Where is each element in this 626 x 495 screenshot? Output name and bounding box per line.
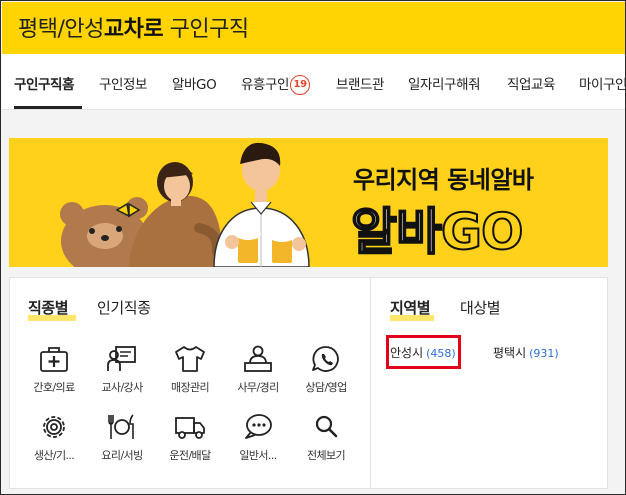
tab-by-job-type[interactable]: 직종별 <box>28 297 69 318</box>
teacher-board-icon <box>107 346 136 371</box>
nav-item-education[interactable]: 직업교육 <box>507 73 555 93</box>
nav-item-label: 유흥구인 <box>241 77 290 93</box>
category-office-accounting[interactable]: 사무/경리 <box>226 344 290 395</box>
category-general-service[interactable]: 일반서... <box>226 412 290 463</box>
region-panel: 지역별 대상별 안성시 (458) 평택시 (931) <box>370 277 608 489</box>
gear-icon <box>43 416 65 438</box>
page-frame: 평택/안성교차로 구인구직 구인구직홈 구인정보 알바GO 유흥구인 19 브랜드… <box>0 0 626 495</box>
nav-item-brand[interactable]: 브랜드관 <box>336 73 384 93</box>
region-count: (931) <box>529 347 559 360</box>
banner-brand-korean: 알바 <box>350 202 443 262</box>
category-store-management[interactable]: 매장관리 <box>158 344 222 395</box>
site-logo[interactable]: 평택/안성교차로 구인구직 <box>18 11 249 43</box>
category-label: 간호/의료 <box>33 381 75 394</box>
logo-suffix: 구인구직 <box>163 17 249 42</box>
region-name: 평택시 <box>493 346 527 360</box>
tab-popular-jobs[interactable]: 인기직종 <box>97 297 151 318</box>
category-consulting-sales[interactable]: 상담/영업 <box>294 344 358 395</box>
category-label: 사무/경리 <box>237 381 279 394</box>
banner-headline: 우리지역 동네알바 <box>353 166 534 194</box>
nav-active-indicator <box>14 106 82 109</box>
logo-prefix: 평택/안성 <box>18 17 104 42</box>
category-label: 전체보기 <box>306 449 346 462</box>
truck-icon <box>175 417 205 439</box>
category-driving-delivery[interactable]: 운전/배달 <box>158 412 222 463</box>
office-worker-icon <box>244 345 272 372</box>
nav-item-find-job[interactable]: 일자리구해줘 <box>408 73 481 93</box>
category-label: 생산/기... <box>33 449 75 462</box>
tab-by-target[interactable]: 대상별 <box>460 297 501 318</box>
medical-kit-icon <box>40 347 68 372</box>
age-restriction-badge: 19 <box>290 75 311 95</box>
chat-bubble-icon <box>245 414 272 439</box>
category-teacher-instructor[interactable]: 교사/강사 <box>90 344 154 395</box>
tab-by-region[interactable]: 지역별 <box>390 297 431 318</box>
region-link-pyeongtaek[interactable]: 평택시 (931) <box>493 344 559 361</box>
category-label: 매장관리 <box>170 381 210 394</box>
banner-brand-go: GO <box>440 202 525 262</box>
nav-item-jobs-home[interactable]: 구인구직홈 <box>14 73 75 93</box>
search-icon <box>315 415 338 438</box>
category-nursing-medical[interactable]: 간호/의료 <box>22 344 86 395</box>
category-label: 교사/강사 <box>101 381 143 394</box>
dining-icon <box>108 414 134 439</box>
category-label: 운전/배달 <box>169 449 211 462</box>
job-category-panel: 직종별 인기직종 간호/의료 교사/강사 매장관리 사무/경리 상담/영업 생산… <box>9 277 371 489</box>
nav-item-entertainment[interactable]: 유흥구인 19 <box>241 73 311 95</box>
category-production[interactable]: 생산/기... <box>22 412 86 463</box>
category-label: 요리/서빙 <box>101 449 143 462</box>
category-label: 상담/영업 <box>305 381 347 394</box>
site-header: 평택/안성교차로 구인구직 <box>2 2 625 54</box>
phone-chat-icon <box>312 346 339 372</box>
category-cooking-serving[interactable]: 요리/서빙 <box>90 412 154 463</box>
banner-brand-text: 알바GO <box>350 192 525 264</box>
nav-item-my[interactable]: 마이구인 <box>579 73 625 93</box>
nav-item-job-info[interactable]: 구인정보 <box>99 73 147 93</box>
category-label: 일반서... <box>239 449 277 462</box>
albago-banner[interactable]: 우리지역 동네알바 알바GO <box>9 138 608 267</box>
category-view-all[interactable]: 전체보기 <box>294 412 358 463</box>
logo-bold: 교차로 <box>103 17 164 42</box>
nav-item-albago[interactable]: 알바GO <box>172 73 217 93</box>
shirt-icon <box>175 346 205 372</box>
banner-illustration <box>60 142 310 267</box>
highlight-annotation-box <box>386 335 461 369</box>
main-nav: 구인구직홈 구인정보 알바GO 유흥구인 19 브랜드관 일자리구해줘 직업교육 … <box>2 54 625 110</box>
